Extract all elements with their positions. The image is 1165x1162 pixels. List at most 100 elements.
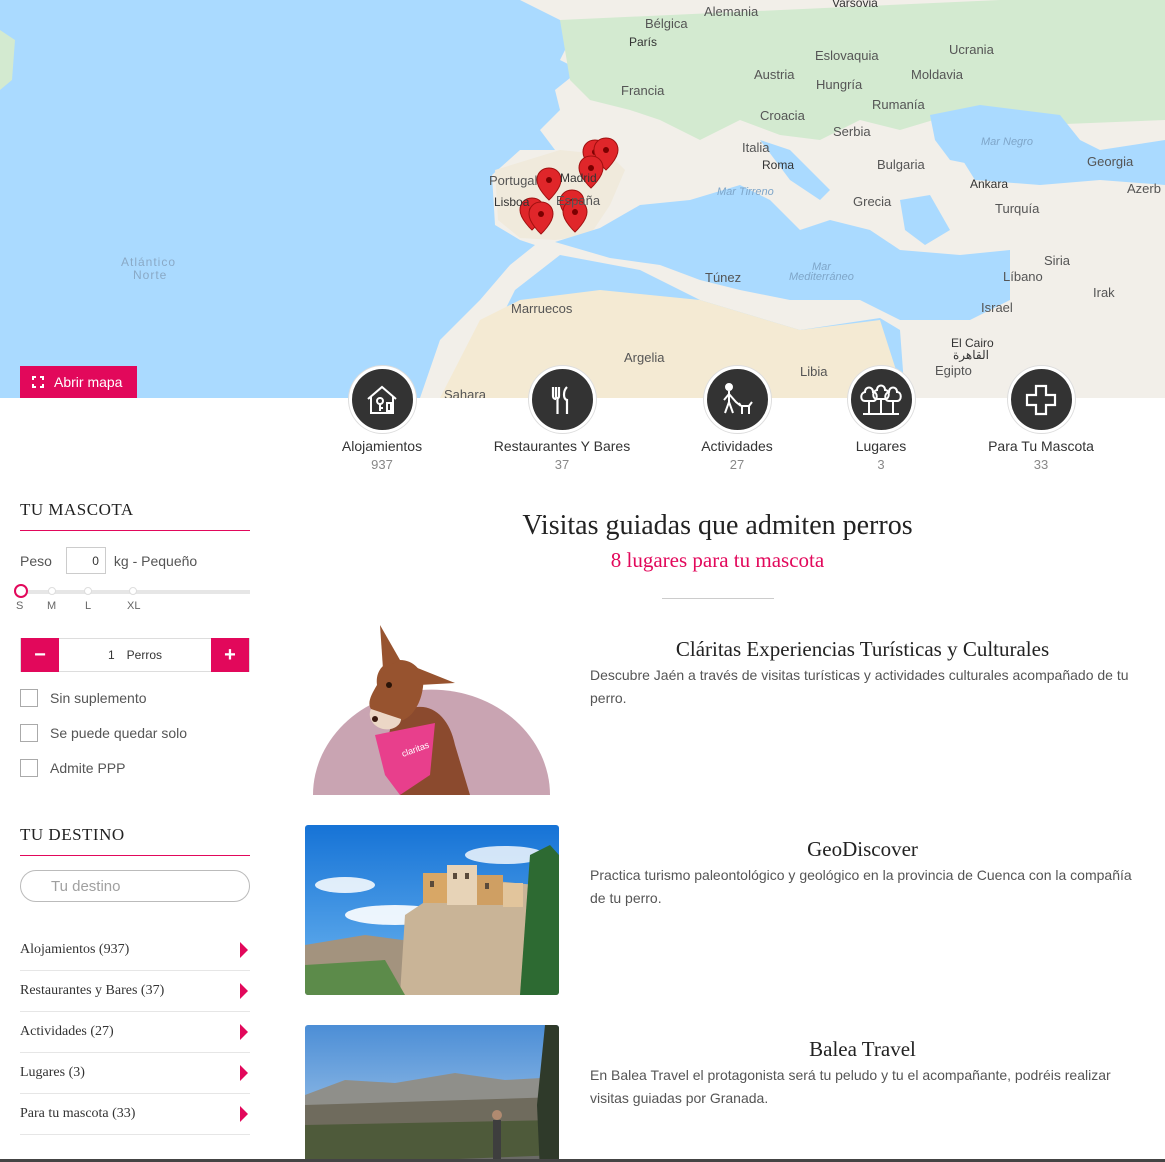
category-link-lugares[interactable]: Lugares (3) [20, 1053, 250, 1094]
medical-cross-icon [1007, 366, 1075, 433]
category-restaurantes[interactable]: Restaurantes Y Bares 37 [492, 366, 632, 472]
map-label: Argelia [624, 350, 665, 365]
map-label: القاهرة [953, 348, 989, 362]
category-label: Lugares [855, 438, 907, 454]
category-link-label: Para tu mascota (33) [20, 1106, 136, 1121]
caret-right-icon [240, 983, 248, 999]
map-label: Madrid [560, 171, 597, 185]
category-link-restaurantes[interactable]: Restaurantes y Bares (37) [20, 971, 250, 1012]
listing-body: Cláritas Experiencias Turísticas y Cultu… [590, 625, 1135, 710]
map-label: España [556, 193, 601, 208]
map-label: Lisboa [494, 195, 530, 209]
map-label: Bélgica [645, 16, 688, 31]
pet-section-title: TU MASCOTA [20, 500, 250, 531]
caret-right-icon [240, 1106, 248, 1122]
size-label: XL [127, 600, 141, 612]
checkbox-admite-ppp[interactable]: Admite PPP [20, 758, 250, 777]
listing-title[interactable]: Balea Travel [590, 1037, 1135, 1062]
map-label: Georgia [1087, 154, 1134, 169]
checkbox-quedar-solo[interactable]: Se puede quedar solo [20, 723, 250, 742]
category-label: Alojamientos [341, 438, 423, 454]
trees-icon [847, 366, 915, 433]
map-label: Austria [754, 67, 795, 82]
listing-card: Balea Travel En Balea Travel el protagon… [305, 1025, 1135, 1162]
map-label: Mar Tirreno [717, 186, 774, 198]
category-count: 3 [877, 457, 885, 472]
heading-divider [661, 598, 774, 599]
filter-sidebar: TU MASCOTA Peso kg - Pequeño S M L XL − … [14, 500, 250, 1135]
category-count: 937 [371, 457, 393, 472]
map-label: Mar Negro [981, 136, 1033, 148]
map-label: Túnez [705, 270, 742, 285]
destination-input[interactable] [20, 870, 250, 902]
listing-body: Balea Travel En Balea Travel el protagon… [590, 1025, 1135, 1110]
map-label: Alemania [704, 4, 759, 19]
map-label: Hungría [816, 77, 863, 92]
map-label: Israel [981, 300, 1013, 315]
dog-count-value: 1 [107, 648, 115, 662]
map-label: Azerb [1127, 181, 1161, 196]
size-label: S [16, 600, 24, 612]
category-para-tu-mascota[interactable]: Para Tu Mascota 33 [971, 366, 1111, 472]
caret-right-icon [240, 1065, 248, 1081]
map-label: Italia [742, 140, 770, 155]
listing-image[interactable] [305, 825, 559, 995]
category-link-label: Actividades (27) [20, 1024, 114, 1039]
map-label: Rumanía [872, 97, 925, 112]
map-label: Líbano [1003, 269, 1043, 284]
map-label: Serbia [833, 124, 871, 139]
listing-description: Practica turismo paleontológico y geológ… [590, 867, 1132, 906]
dog-count-display: 1 Perros [59, 639, 211, 671]
listing-image[interactable]: claritas [305, 625, 559, 795]
slider-tick [48, 587, 56, 595]
map-label: Turquía [995, 201, 1040, 216]
weight-row: Peso kg - Pequeño [20, 547, 250, 574]
map-label: Siria [1044, 253, 1071, 268]
listing-image[interactable] [305, 1025, 559, 1162]
category-link-para-tu-mascota[interactable]: Para tu mascota (33) [20, 1094, 250, 1135]
slider-handle[interactable] [14, 584, 28, 598]
map-label: Grecia [853, 194, 892, 209]
map-label: Moldavia [911, 67, 964, 82]
category-label: Actividades [701, 438, 773, 454]
category-link-label: Restaurantes y Bares (37) [20, 983, 165, 998]
map-label: Irak [1093, 285, 1115, 300]
listing-title[interactable]: Cláritas Experiencias Turísticas y Cultu… [590, 637, 1135, 662]
category-count: 27 [729, 457, 745, 472]
category-count: 33 [1033, 457, 1049, 472]
checkbox[interactable] [20, 688, 38, 707]
map[interactable]: Varsovia Bélgica Alemania París Eslovaqu… [0, 0, 1165, 398]
category-link-actividades[interactable]: Actividades (27) [20, 1012, 250, 1053]
checkbox-label: Se puede quedar solo [50, 724, 187, 741]
listing-body: GeoDiscover Practica turismo paleontológ… [590, 825, 1135, 910]
increment-button[interactable]: + [211, 638, 249, 672]
weight-input[interactable] [65, 547, 106, 574]
map-label: Marruecos [511, 301, 573, 316]
category-lugares[interactable]: Lugares 3 [811, 366, 951, 472]
map-label: París [629, 35, 658, 49]
weight-label: Peso [20, 552, 52, 569]
map-label: Bulgaria [877, 157, 925, 172]
results-count: 8 lugares para tu mascota [610, 548, 825, 572]
category-alojamientos[interactable]: Alojamientos 937 [312, 366, 452, 472]
checkbox[interactable] [20, 723, 38, 742]
listing-card: claritas Cláritas Experiencias Turística… [305, 625, 1135, 795]
destination-section-title: TU DESTINO [20, 825, 250, 856]
category-link-alojamientos[interactable]: Alojamientos (937) [20, 930, 250, 971]
category-actividades[interactable]: Actividades 27 [667, 366, 807, 472]
category-link-label: Lugares (3) [20, 1065, 85, 1080]
category-count: 37 [554, 457, 570, 472]
caret-right-icon [240, 942, 248, 958]
dog-count-stepper: − 1 Perros + [20, 638, 250, 672]
dog-walker-icon [703, 366, 771, 433]
decrement-button[interactable]: − [21, 638, 59, 672]
listing-card: GeoDiscover Practica turismo paleontológ… [305, 825, 1135, 995]
map-label: Roma [762, 158, 795, 172]
slider-tick [129, 587, 137, 595]
map-label: Varsovia [832, 0, 878, 10]
checkbox[interactable] [20, 758, 38, 777]
listing-title[interactable]: GeoDiscover [590, 837, 1135, 862]
size-slider[interactable] [14, 584, 250, 598]
map-label: Portugal [489, 173, 538, 188]
checkbox-sin-suplemento[interactable]: Sin suplemento [20, 688, 250, 707]
